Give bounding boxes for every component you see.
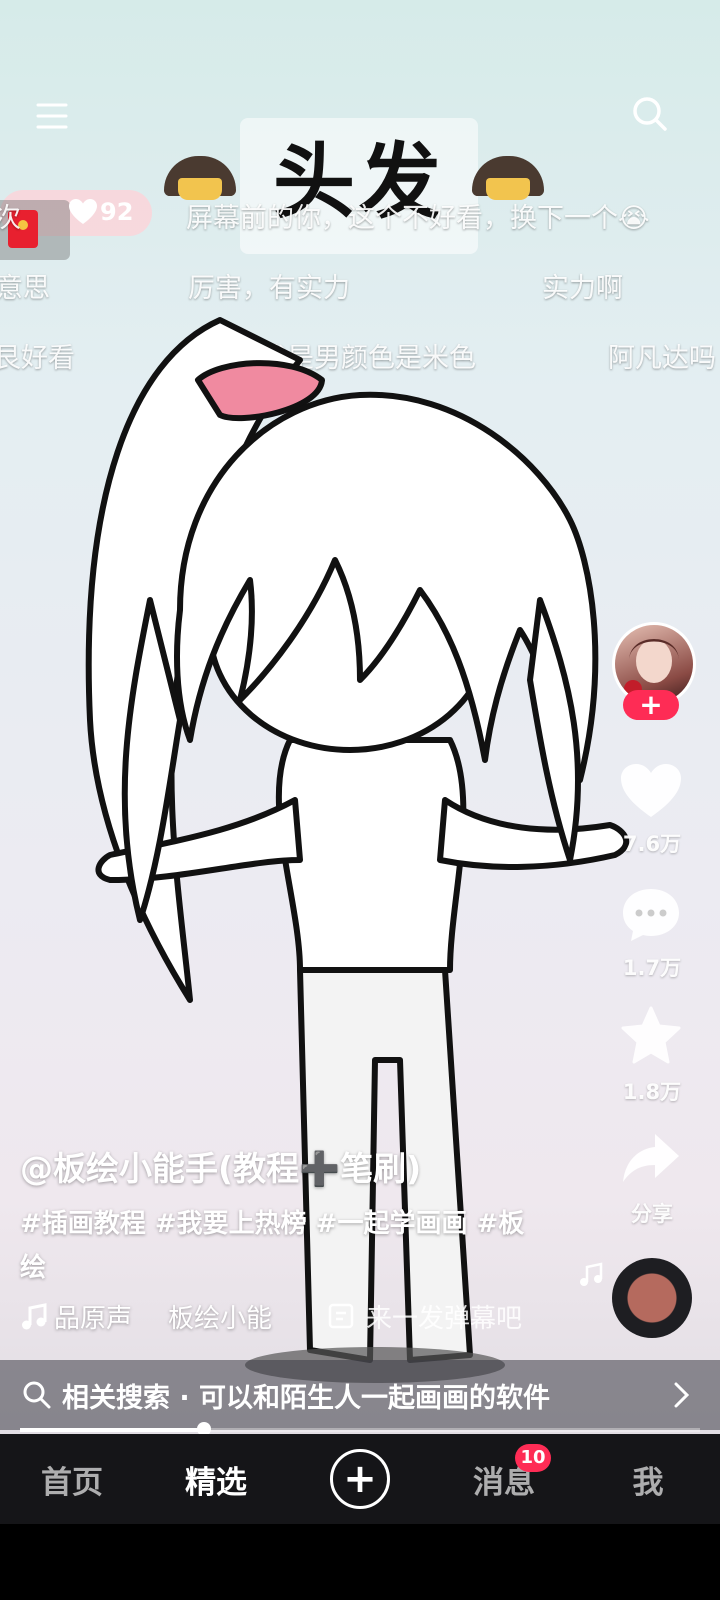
share-arrow-icon[interactable] <box>618 1128 684 1188</box>
author-name[interactable]: @板绘小能手(教程➕笔刷) <box>20 1142 421 1190</box>
comment-icon[interactable] <box>618 884 684 946</box>
head-emoji-right <box>472 156 544 200</box>
tab-home[interactable]: 首页 <box>0 1457 144 1502</box>
video-description[interactable]: #插画教程 #我要上热榜 #一起学画画 #板绘 <box>20 1202 550 1290</box>
search-icon <box>23 1381 51 1409</box>
music-title: 品原声 <box>54 1304 133 1334</box>
music-row[interactable]: 品原声 板绘小能 <box>20 1298 308 1335</box>
heart-icon <box>68 198 98 230</box>
follow-plus-button[interactable]: + <box>623 690 679 720</box>
danmaku-item: 意思 <box>0 273 50 304</box>
bottom-tab-bar: 首页 精选 + 消息 我 <box>0 1434 720 1524</box>
tab-create[interactable]: + <box>288 1449 432 1509</box>
head-emoji-left <box>164 156 236 200</box>
related-search-bar[interactable]: 相关搜索 · 可以和陌生人一起画画的软件 <box>0 1360 720 1430</box>
music-note-icon <box>578 1262 604 1292</box>
related-search-text: 相关搜索 · 可以和陌生人一起画画的软件 <box>62 1382 551 1414</box>
danmaku-item: 屏幕前的你，这个不好看，换下一个😭 <box>186 203 650 234</box>
comment-count: 1.7万 <box>622 956 682 980</box>
music-icon <box>22 1302 47 1329</box>
favorite-star-icon[interactable] <box>618 1004 684 1066</box>
messages-badge: 10 <box>515 1444 551 1472</box>
video-progress-fill <box>20 1428 204 1432</box>
create-plus-icon: + <box>330 1449 390 1509</box>
search-icon[interactable] <box>628 92 672 136</box>
tab-me[interactable]: 我 <box>576 1457 720 1502</box>
menu-icon[interactable] <box>30 96 74 136</box>
system-nav-area <box>0 1524 720 1600</box>
tab-featured[interactable]: 精选 <box>144 1457 288 1502</box>
danmaku-item: 艮好看 <box>0 343 75 374</box>
tab-messages[interactable]: 消息 <box>432 1457 576 1502</box>
music-author: 板绘小能 <box>168 1304 273 1334</box>
danmaku-input-prompt[interactable]: 来一发弹幕吧 <box>328 1298 522 1335</box>
music-disc[interactable] <box>612 1258 692 1338</box>
like-heart-icon[interactable] <box>618 760 684 822</box>
like-count: 7.6万 <box>622 832 682 856</box>
chevron-right-icon <box>674 1382 690 1408</box>
favorite-count: 1.8万 <box>622 1080 682 1104</box>
danmaku-prompt-text: 来一发弹幕吧 <box>366 1304 523 1334</box>
danmaku-like-count: 92 <box>100 198 134 226</box>
danmaku-item: 次 <box>0 203 21 234</box>
danmaku-icon <box>328 1303 354 1328</box>
share-label: 分享 <box>631 1202 673 1226</box>
